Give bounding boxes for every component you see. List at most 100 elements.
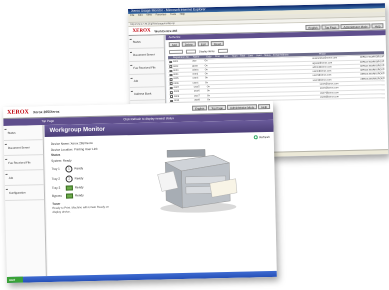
front-side-fax[interactable]: Fax Received File — [4, 155, 44, 171]
table-cell: 0010 — [174, 99, 180, 102]
table-cell — [369, 82, 370, 85]
table-cell: XEROX-WORKGROUP1 — [359, 56, 385, 60]
front-tab-language[interactable]: English — [191, 105, 208, 111]
back-tab-top[interactable]: Top Page — [321, 24, 340, 30]
table-cell — [221, 76, 229, 79]
table-cell — [244, 63, 252, 66]
table-cell — [232, 85, 240, 88]
delete-button[interactable]: Delete — [181, 41, 196, 47]
back-tab-help[interactable]: Help — [371, 23, 384, 29]
table-cell — [212, 59, 221, 62]
th-limit: Limit — [248, 55, 253, 58]
front-tab-top[interactable]: Top Page — [208, 104, 227, 111]
tray-gauge-icon: 1 — [65, 164, 73, 173]
table-cell — [229, 80, 237, 83]
table-cell — [221, 68, 229, 71]
front-side-config[interactable]: Configuration — [4, 185, 45, 201]
table-cell: XEROX-WORKGROUP1 — [359, 60, 385, 64]
table-cell: On — [206, 86, 210, 89]
th-scan: Scan — [232, 55, 238, 58]
back-side-job[interactable]: Job — [129, 74, 165, 88]
table-cell: 0008 — [173, 91, 180, 94]
th-total: Total — [240, 55, 245, 58]
table-cell: guest — [192, 65, 198, 68]
tray-list: Tray 1 1 Ready Tray 2 2 Ready Tray 3 Ready By… — [51, 164, 132, 199]
filter-select[interactable] — [168, 49, 184, 55]
table-cell — [259, 58, 268, 61]
tray-label: Tray 1 — [51, 166, 60, 171]
table-cell — [236, 72, 244, 75]
table-cell: On — [204, 73, 208, 76]
back-side-docserver[interactable]: Document Server — [128, 48, 165, 62]
table-cell — [259, 67, 268, 70]
menu-edit[interactable]: Edit — [138, 14, 143, 17]
device-info: Device Name: Xerox 265/Xerox Device Loca… — [51, 140, 133, 214]
table-cell — [240, 93, 248, 96]
display-select[interactable] — [217, 48, 228, 53]
table-cell — [259, 80, 268, 83]
menu-favorites[interactable]: Favorites — [156, 13, 167, 16]
tray-state: Ready — [74, 185, 84, 190]
table-cell: XEROX-WORKGROUP3 — [360, 77, 385, 81]
menu-file[interactable]: File — [130, 14, 134, 17]
refresh-label: Refresh — [259, 134, 270, 140]
table-cell: user8 — [194, 99, 200, 102]
ready-indicator-icon — [65, 184, 73, 191]
menu-view[interactable]: View — [146, 13, 152, 16]
table-cell — [369, 90, 370, 93]
table-cell: XEROX-WORKGROUP2 — [360, 65, 385, 68]
table-cell — [232, 89, 240, 92]
add-button[interactable]: Add — [168, 41, 180, 48]
back-tab-admin[interactable]: Administrator Mode — [340, 23, 371, 30]
table-cell — [221, 72, 229, 75]
back-side-address[interactable]: Address Book — [129, 87, 166, 101]
back-side-fax[interactable]: Fax Received File — [129, 61, 165, 75]
back-tab-language[interactable]: English — [305, 24, 321, 30]
front-sidebar: Status Document Server Fax Received File… — [3, 125, 47, 277]
back-tabs: English Top Page Administrator Mode Help — [305, 23, 384, 30]
table-cell — [369, 95, 370, 98]
front-side-docserver[interactable]: Document Server — [3, 140, 44, 156]
table-cell — [232, 97, 240, 100]
info-system: System: Ready — [51, 157, 72, 163]
start-button[interactable]: start — [6, 276, 23, 283]
tray-row: Tray 3 Ready — [52, 184, 132, 191]
front-tab-help[interactable]: Help — [258, 103, 271, 110]
table-cell — [251, 58, 259, 61]
table-cell — [224, 98, 232, 101]
table-cell — [236, 59, 244, 62]
table-cell — [229, 76, 237, 79]
refresh-icon — [254, 135, 259, 140]
table-cell — [215, 85, 224, 89]
menu-help[interactable]: Help — [180, 13, 185, 16]
table-cell — [215, 89, 224, 93]
tray-state: Ready — [74, 193, 84, 198]
table-cell: On — [204, 64, 208, 67]
table-cell: On — [204, 77, 208, 80]
table-cell — [244, 71, 252, 74]
table-cell: 0006 — [173, 82, 179, 85]
th-print: Print — [215, 55, 220, 59]
table-cell: user — [192, 60, 197, 63]
front-side-status[interactable]: Status — [3, 125, 43, 141]
table-cell — [212, 76, 221, 79]
table-cell — [232, 93, 240, 96]
table-cell — [228, 67, 236, 70]
reset-button[interactable]: Reset — [210, 40, 225, 47]
table-cell — [252, 71, 260, 74]
th-status: Status — [264, 54, 271, 57]
refresh-link[interactable]: Refresh — [254, 134, 270, 140]
table-cell — [212, 64, 221, 67]
table-cell — [221, 63, 229, 66]
table-cell: On — [204, 69, 208, 72]
table-cell — [221, 81, 229, 84]
front-tab-admin[interactable]: Administrator Mode — [226, 104, 258, 110]
th-reg: Registration No. — [173, 56, 190, 59]
page-select[interactable] — [185, 49, 197, 54]
table-cell: 0009 — [173, 95, 180, 98]
table-cell — [252, 76, 260, 79]
menu-tools[interactable]: Tools — [170, 13, 176, 16]
front-side-job[interactable]: Job — [4, 170, 44, 186]
edit-button[interactable]: Edit — [197, 41, 209, 47]
back-side-status[interactable]: Status — [128, 35, 164, 49]
